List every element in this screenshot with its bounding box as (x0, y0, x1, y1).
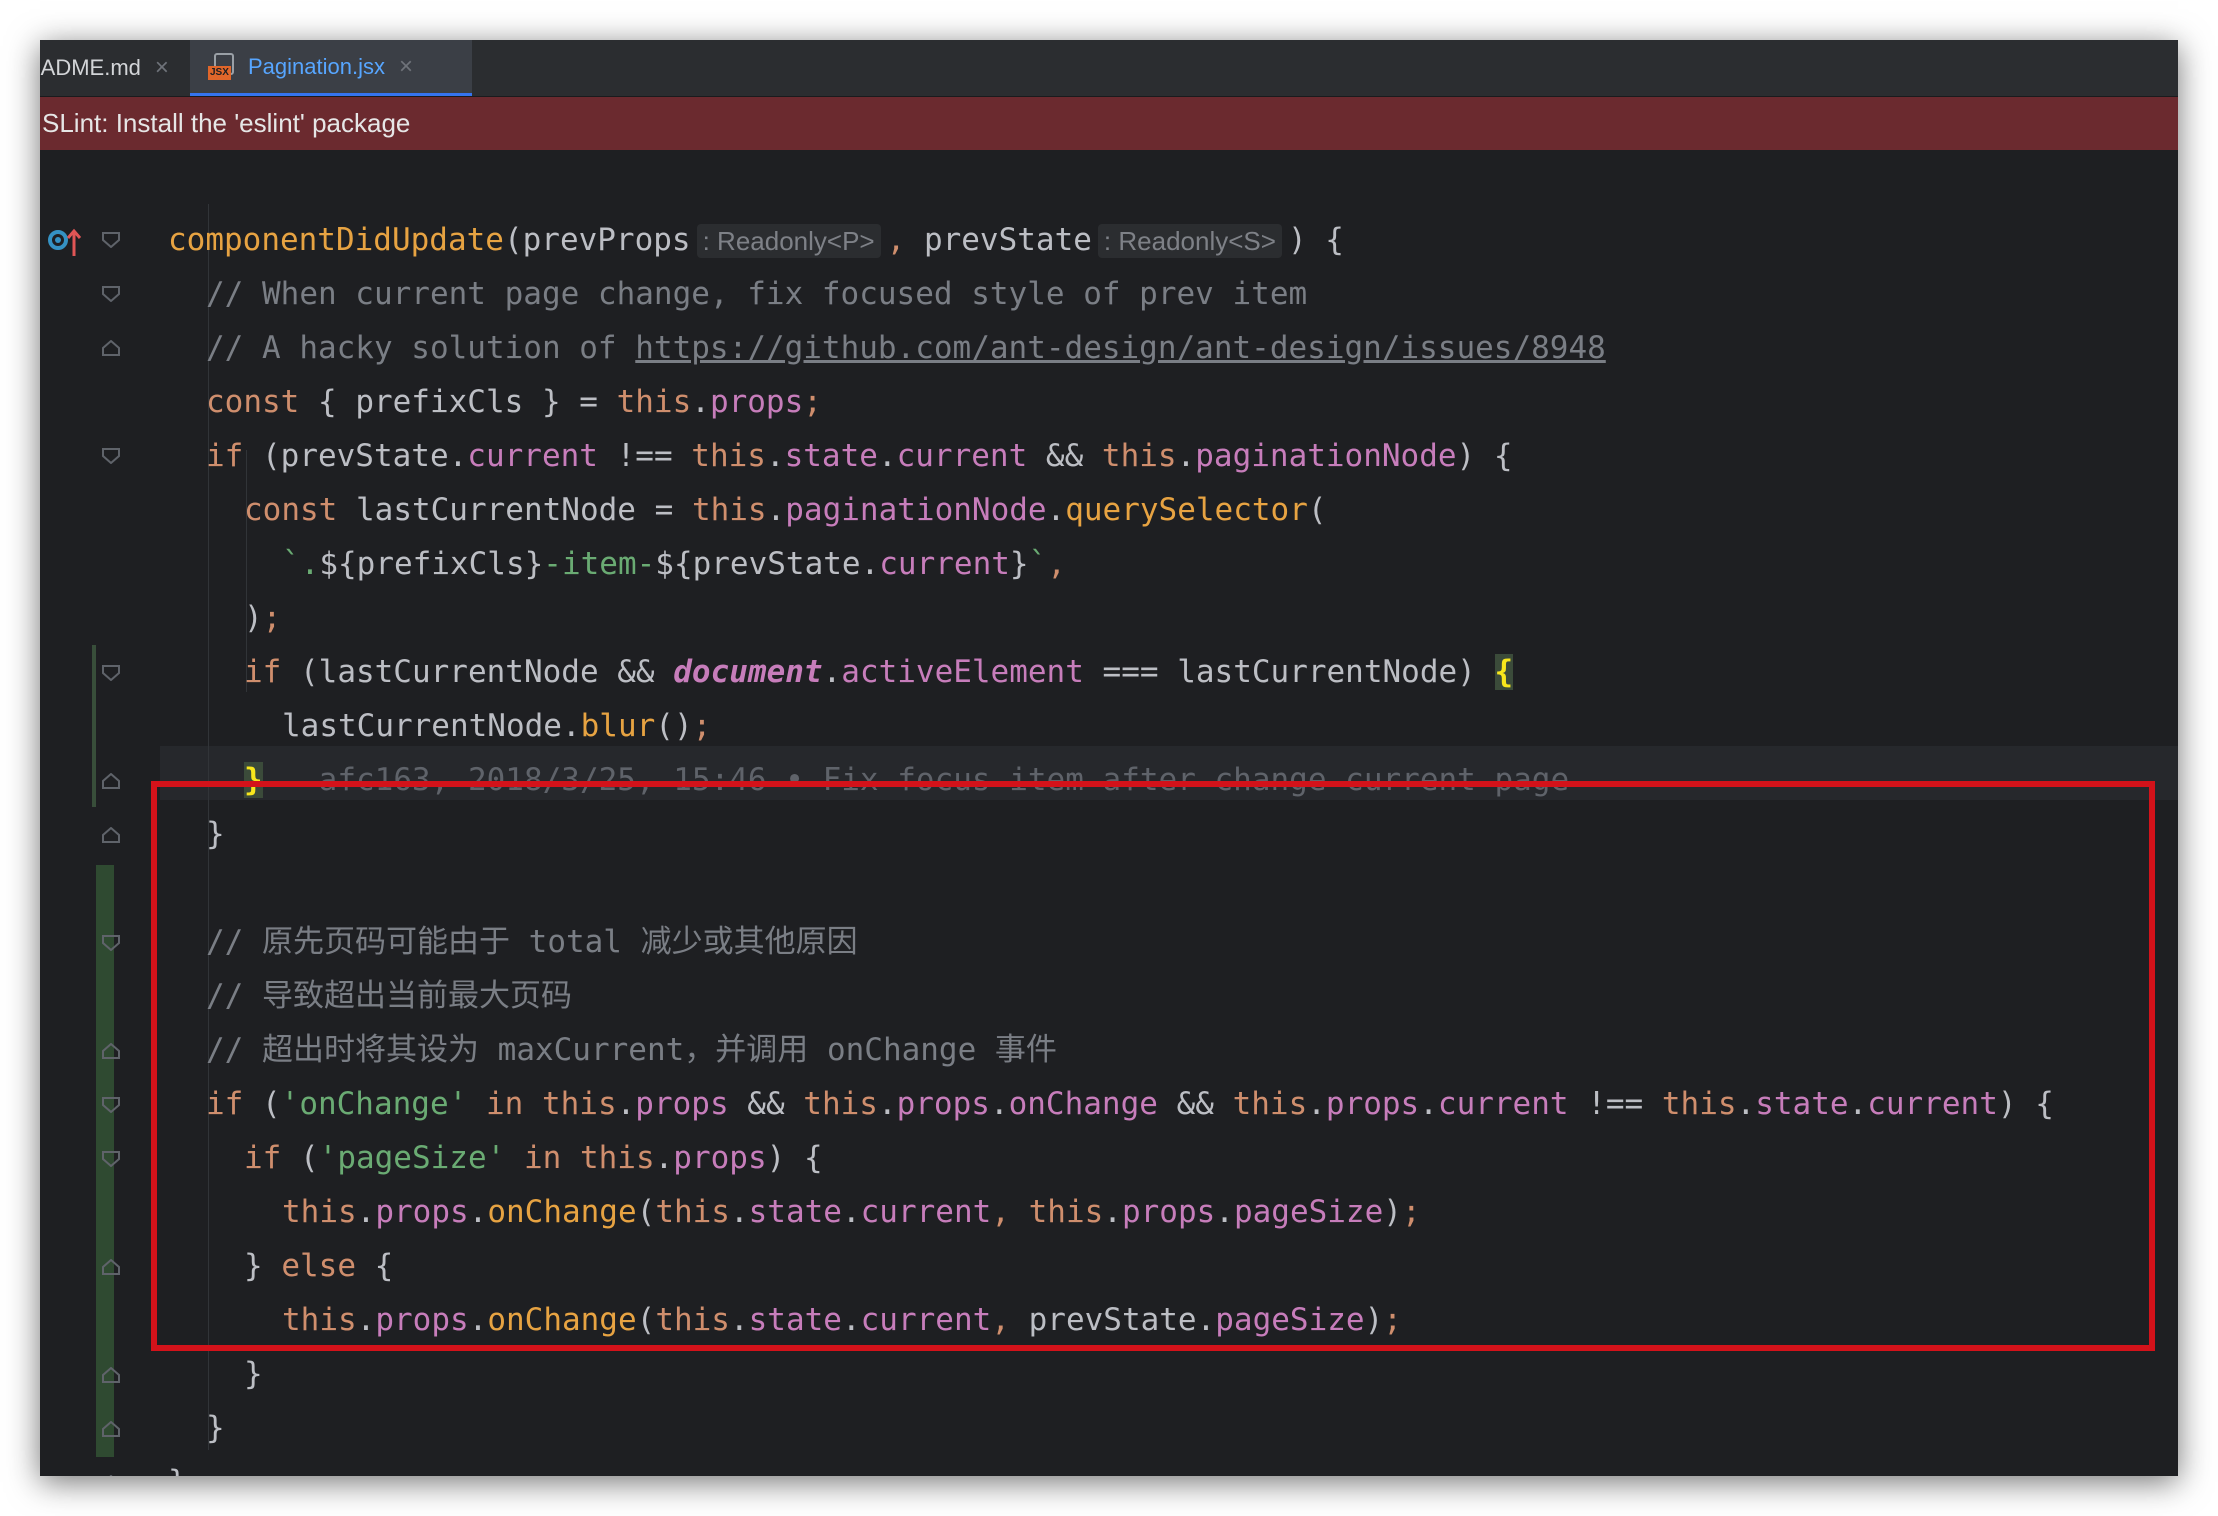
code-comment[interactable]: // A hacky solution of https://github.co… (206, 328, 1606, 368)
jsx-file-icon: JSX (208, 51, 238, 83)
code-comment[interactable]: // 原先页码可能由于 total 减少或其他原因 (206, 922, 858, 962)
fold-icon[interactable] (102, 340, 120, 356)
close-icon[interactable]: × (399, 53, 413, 81)
code-comment[interactable]: // When current page change, fix focused… (206, 274, 1307, 314)
code-line[interactable]: lastCurrentNode.blur(); (282, 706, 711, 746)
code-line[interactable]: if (prevState.current !== this.state.cur… (206, 436, 1513, 476)
close-icon[interactable]: × (155, 54, 169, 82)
jsx-badge: JSX (208, 65, 231, 80)
code-line[interactable]: } afc163, 2018/3/25, 15:46 • Fix focus i… (244, 760, 1569, 800)
code-line[interactable]: } else { (244, 1246, 393, 1286)
override-up-icon[interactable] (46, 226, 86, 260)
fold-icon[interactable] (102, 448, 120, 464)
issue-link[interactable]: https://github.com/ant-design/ant-design… (635, 330, 1606, 366)
fold-icon[interactable] (102, 773, 120, 789)
code-line[interactable]: } (206, 814, 225, 854)
fold-icon[interactable] (102, 1259, 120, 1275)
editor-tab-bar: EADME.md × JSX Pagination.jsx × (40, 40, 2178, 97)
code-line[interactable]: const { prefixCls } = this.props; (206, 382, 822, 422)
code-line[interactable]: if ('pageSize' in this.props) { (244, 1138, 823, 1178)
eslint-notification-banner[interactable]: SLint: Install the 'eslint' package (40, 97, 2178, 150)
code-line[interactable]: } (244, 1354, 263, 1394)
fold-icon[interactable] (102, 665, 120, 681)
code-line[interactable]: `.${prefixCls}-item-${prevState.current}… (282, 544, 1066, 584)
code-editor[interactable]: componentDidUpdate(prevProps: Readonly<P… (40, 150, 2178, 1476)
code-line[interactable]: const lastCurrentNode = this.paginationN… (244, 490, 1327, 530)
type-hint: : Readonly<S> (1097, 224, 1282, 258)
code-line[interactable]: this.props.onChange(this.state.current, … (282, 1192, 1421, 1232)
fold-icon[interactable] (102, 232, 120, 248)
fold-icon[interactable] (102, 1367, 120, 1383)
fold-icon[interactable] (102, 1043, 120, 1059)
code-line[interactable]: componentDidUpdate(prevProps: Readonly<P… (168, 220, 1344, 260)
code-line[interactable]: } (168, 1462, 187, 1476)
code-line[interactable]: if (lastCurrentNode && document.activeEl… (244, 652, 1514, 692)
code-line[interactable]: } (206, 1408, 225, 1448)
code-line[interactable]: ); (244, 598, 281, 638)
tab-label: Pagination.jsx (248, 53, 385, 79)
tab-label: EADME.md (40, 55, 141, 80)
code-comment[interactable]: // 超出时将其设为 maxCurrent，并调用 onChange 事件 (206, 1030, 1057, 1070)
tab-readme[interactable]: EADME.md × (40, 40, 186, 96)
ide-window: EADME.md × JSX Pagination.jsx × SLint: I… (40, 40, 2178, 1476)
fold-icon[interactable] (102, 286, 120, 302)
fold-icon[interactable] (102, 1421, 120, 1437)
tab-pagination-jsx[interactable]: JSX Pagination.jsx × (190, 40, 472, 96)
fold-icon[interactable] (102, 827, 120, 843)
code-line[interactable]: this.props.onChange(this.state.current, … (282, 1300, 1402, 1340)
fold-icon[interactable] (102, 1097, 120, 1113)
code-comment[interactable]: // 导致超出当前最大页码 (206, 976, 572, 1016)
banner-text: SLint: Install the 'eslint' package (42, 108, 411, 138)
code-line[interactable]: if ('onChange' in this.props && this.pro… (206, 1084, 2054, 1124)
vcs-change-marker[interactable] (92, 645, 96, 807)
git-blame-annotation[interactable]: afc163, 2018/3/25, 15:46 • Fix focus ite… (319, 762, 1569, 798)
fold-icon[interactable] (102, 1475, 120, 1476)
fold-icon[interactable] (102, 1151, 120, 1167)
fold-icon[interactable] (102, 935, 120, 951)
type-hint: : Readonly<P> (696, 224, 881, 258)
